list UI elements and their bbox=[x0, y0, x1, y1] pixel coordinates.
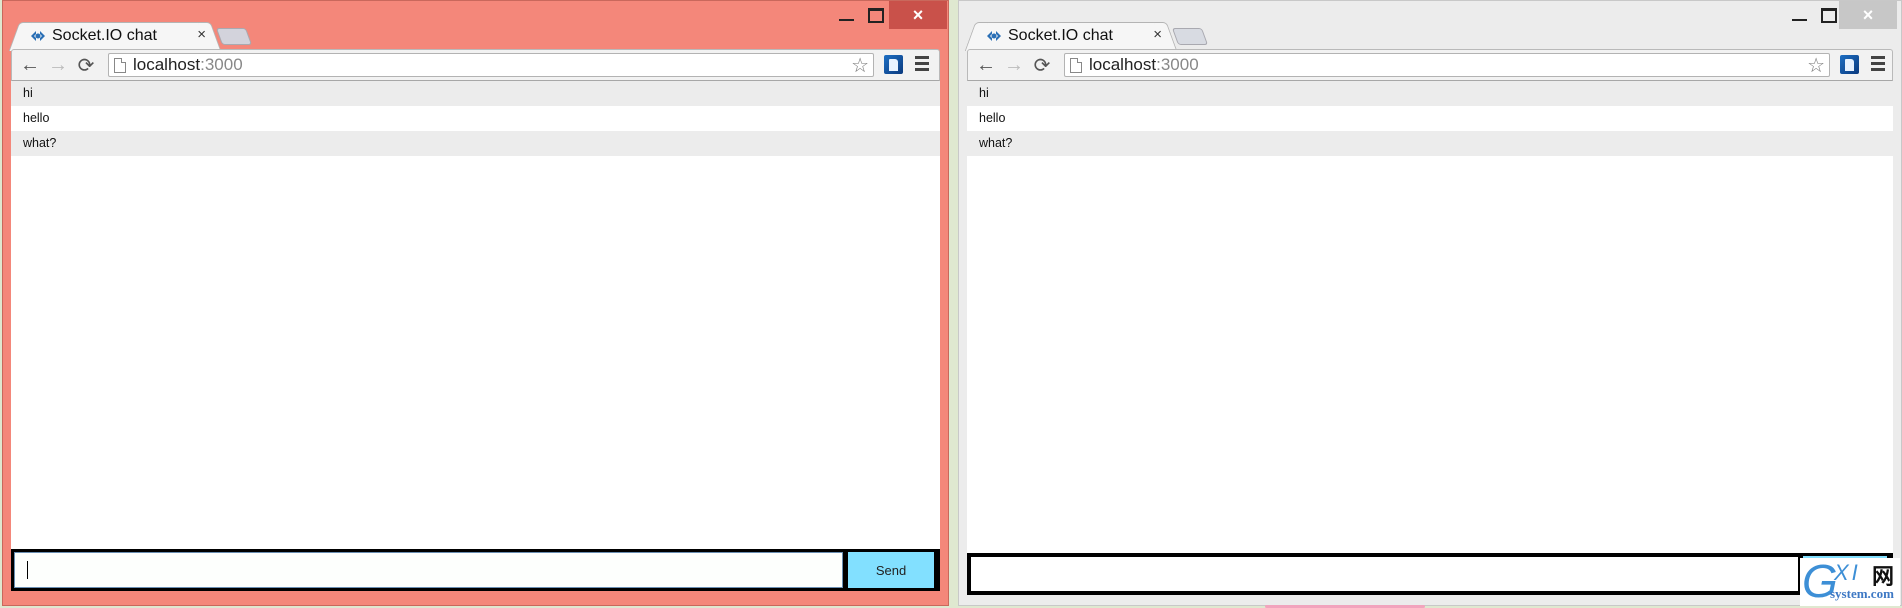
reload-icon: ⟳ bbox=[77, 54, 95, 77]
address-bar[interactable]: localhost:3000 ☆ bbox=[108, 53, 874, 77]
maximize-button[interactable] bbox=[861, 1, 891, 29]
socketio-favicon-icon bbox=[987, 31, 1001, 41]
send-button[interactable]: Send bbox=[848, 552, 934, 588]
menu-icon[interactable] bbox=[915, 56, 929, 72]
minimize-icon bbox=[1791, 19, 1807, 21]
back-button[interactable]: ← bbox=[974, 53, 998, 77]
page-icon bbox=[114, 58, 126, 73]
message-input[interactable] bbox=[14, 552, 843, 588]
browser-window-right: Socket.IO chat × × ← → ⟳ localhost:3000 … bbox=[958, 0, 1902, 606]
maximize-icon bbox=[1821, 7, 1837, 23]
new-tab-button[interactable] bbox=[1171, 28, 1209, 45]
browser-toolbar: ← → ⟳ localhost:3000 ☆ bbox=[967, 49, 1893, 81]
watermark-domain: system.com bbox=[1830, 586, 1894, 601]
message-item: hi bbox=[967, 81, 1893, 106]
tab-close-icon[interactable]: × bbox=[1153, 26, 1162, 43]
forward-arrow-icon: → bbox=[48, 53, 68, 76]
chat-form: Send bbox=[11, 549, 940, 591]
browser-toolbar: ← → ⟳ localhost:3000 ☆ bbox=[11, 49, 940, 81]
watermark-logo: G XI 网 system.com bbox=[1800, 558, 1900, 606]
minimize-button[interactable] bbox=[831, 1, 861, 29]
close-window-button[interactable]: × bbox=[889, 1, 947, 29]
message-item: hello bbox=[979, 111, 1006, 125]
extension-icon[interactable] bbox=[1840, 55, 1859, 74]
reload-button[interactable]: ⟳ bbox=[74, 53, 98, 77]
browser-window-left: Socket.IO chat × × ← → ⟳ localhost:3000 … bbox=[2, 0, 949, 606]
watermark-xi: XI bbox=[1834, 560, 1861, 585]
url-host: localhost bbox=[133, 55, 201, 74]
chat-page: hi hello what? Send bbox=[967, 81, 1893, 595]
reload-button[interactable]: ⟳ bbox=[1030, 53, 1054, 77]
message-item: hi bbox=[11, 81, 940, 106]
address-bar[interactable]: localhost:3000 ☆ bbox=[1064, 53, 1830, 77]
maximize-icon bbox=[868, 7, 884, 23]
text-caret bbox=[27, 561, 28, 579]
chat-page: hi hello what? Send bbox=[11, 81, 940, 591]
menu-icon[interactable] bbox=[1871, 56, 1885, 72]
close-icon: × bbox=[912, 4, 924, 25]
forward-arrow-icon: → bbox=[1004, 53, 1024, 76]
new-tab-button[interactable] bbox=[215, 28, 253, 45]
back-button[interactable]: ← bbox=[18, 53, 42, 77]
extension-icon[interactable] bbox=[884, 55, 903, 74]
forward-button[interactable]: → bbox=[1002, 53, 1026, 77]
back-arrow-icon: ← bbox=[20, 53, 40, 76]
message-item: what? bbox=[11, 131, 940, 156]
url-host: localhost bbox=[1089, 55, 1157, 74]
url-port: :3000 bbox=[1156, 55, 1199, 74]
title-bar[interactable]: Socket.IO chat × × bbox=[959, 1, 1901, 51]
close-icon: × bbox=[1862, 4, 1874, 25]
bookmark-star-icon[interactable]: ☆ bbox=[1807, 53, 1825, 78]
back-arrow-icon: ← bbox=[976, 53, 996, 76]
minimize-icon bbox=[838, 19, 854, 21]
chat-form: Send bbox=[967, 553, 1893, 595]
tab-socketio-chat[interactable]: Socket.IO chat × bbox=[21, 22, 209, 50]
message-input[interactable] bbox=[970, 556, 1799, 592]
bookmark-star-icon[interactable]: ☆ bbox=[851, 53, 869, 78]
message-item: hello bbox=[23, 111, 50, 125]
url-text: localhost:3000 bbox=[1089, 55, 1199, 75]
title-bar[interactable]: Socket.IO chat × × bbox=[3, 1, 948, 51]
forward-button[interactable]: → bbox=[46, 53, 70, 77]
tab-title: Socket.IO chat bbox=[52, 27, 157, 44]
tab-title: Socket.IO chat bbox=[1008, 27, 1113, 44]
minimize-button[interactable] bbox=[1784, 1, 1814, 29]
reload-icon: ⟳ bbox=[1033, 54, 1051, 77]
socketio-favicon-icon bbox=[31, 31, 45, 41]
message-item: what? bbox=[967, 131, 1893, 156]
url-port: :3000 bbox=[200, 55, 243, 74]
tab-close-icon[interactable]: × bbox=[197, 26, 206, 43]
url-text: localhost:3000 bbox=[133, 55, 243, 75]
close-window-button[interactable]: × bbox=[1839, 1, 1897, 29]
tab-socketio-chat[interactable]: Socket.IO chat × bbox=[977, 22, 1165, 50]
page-icon bbox=[1070, 58, 1082, 73]
